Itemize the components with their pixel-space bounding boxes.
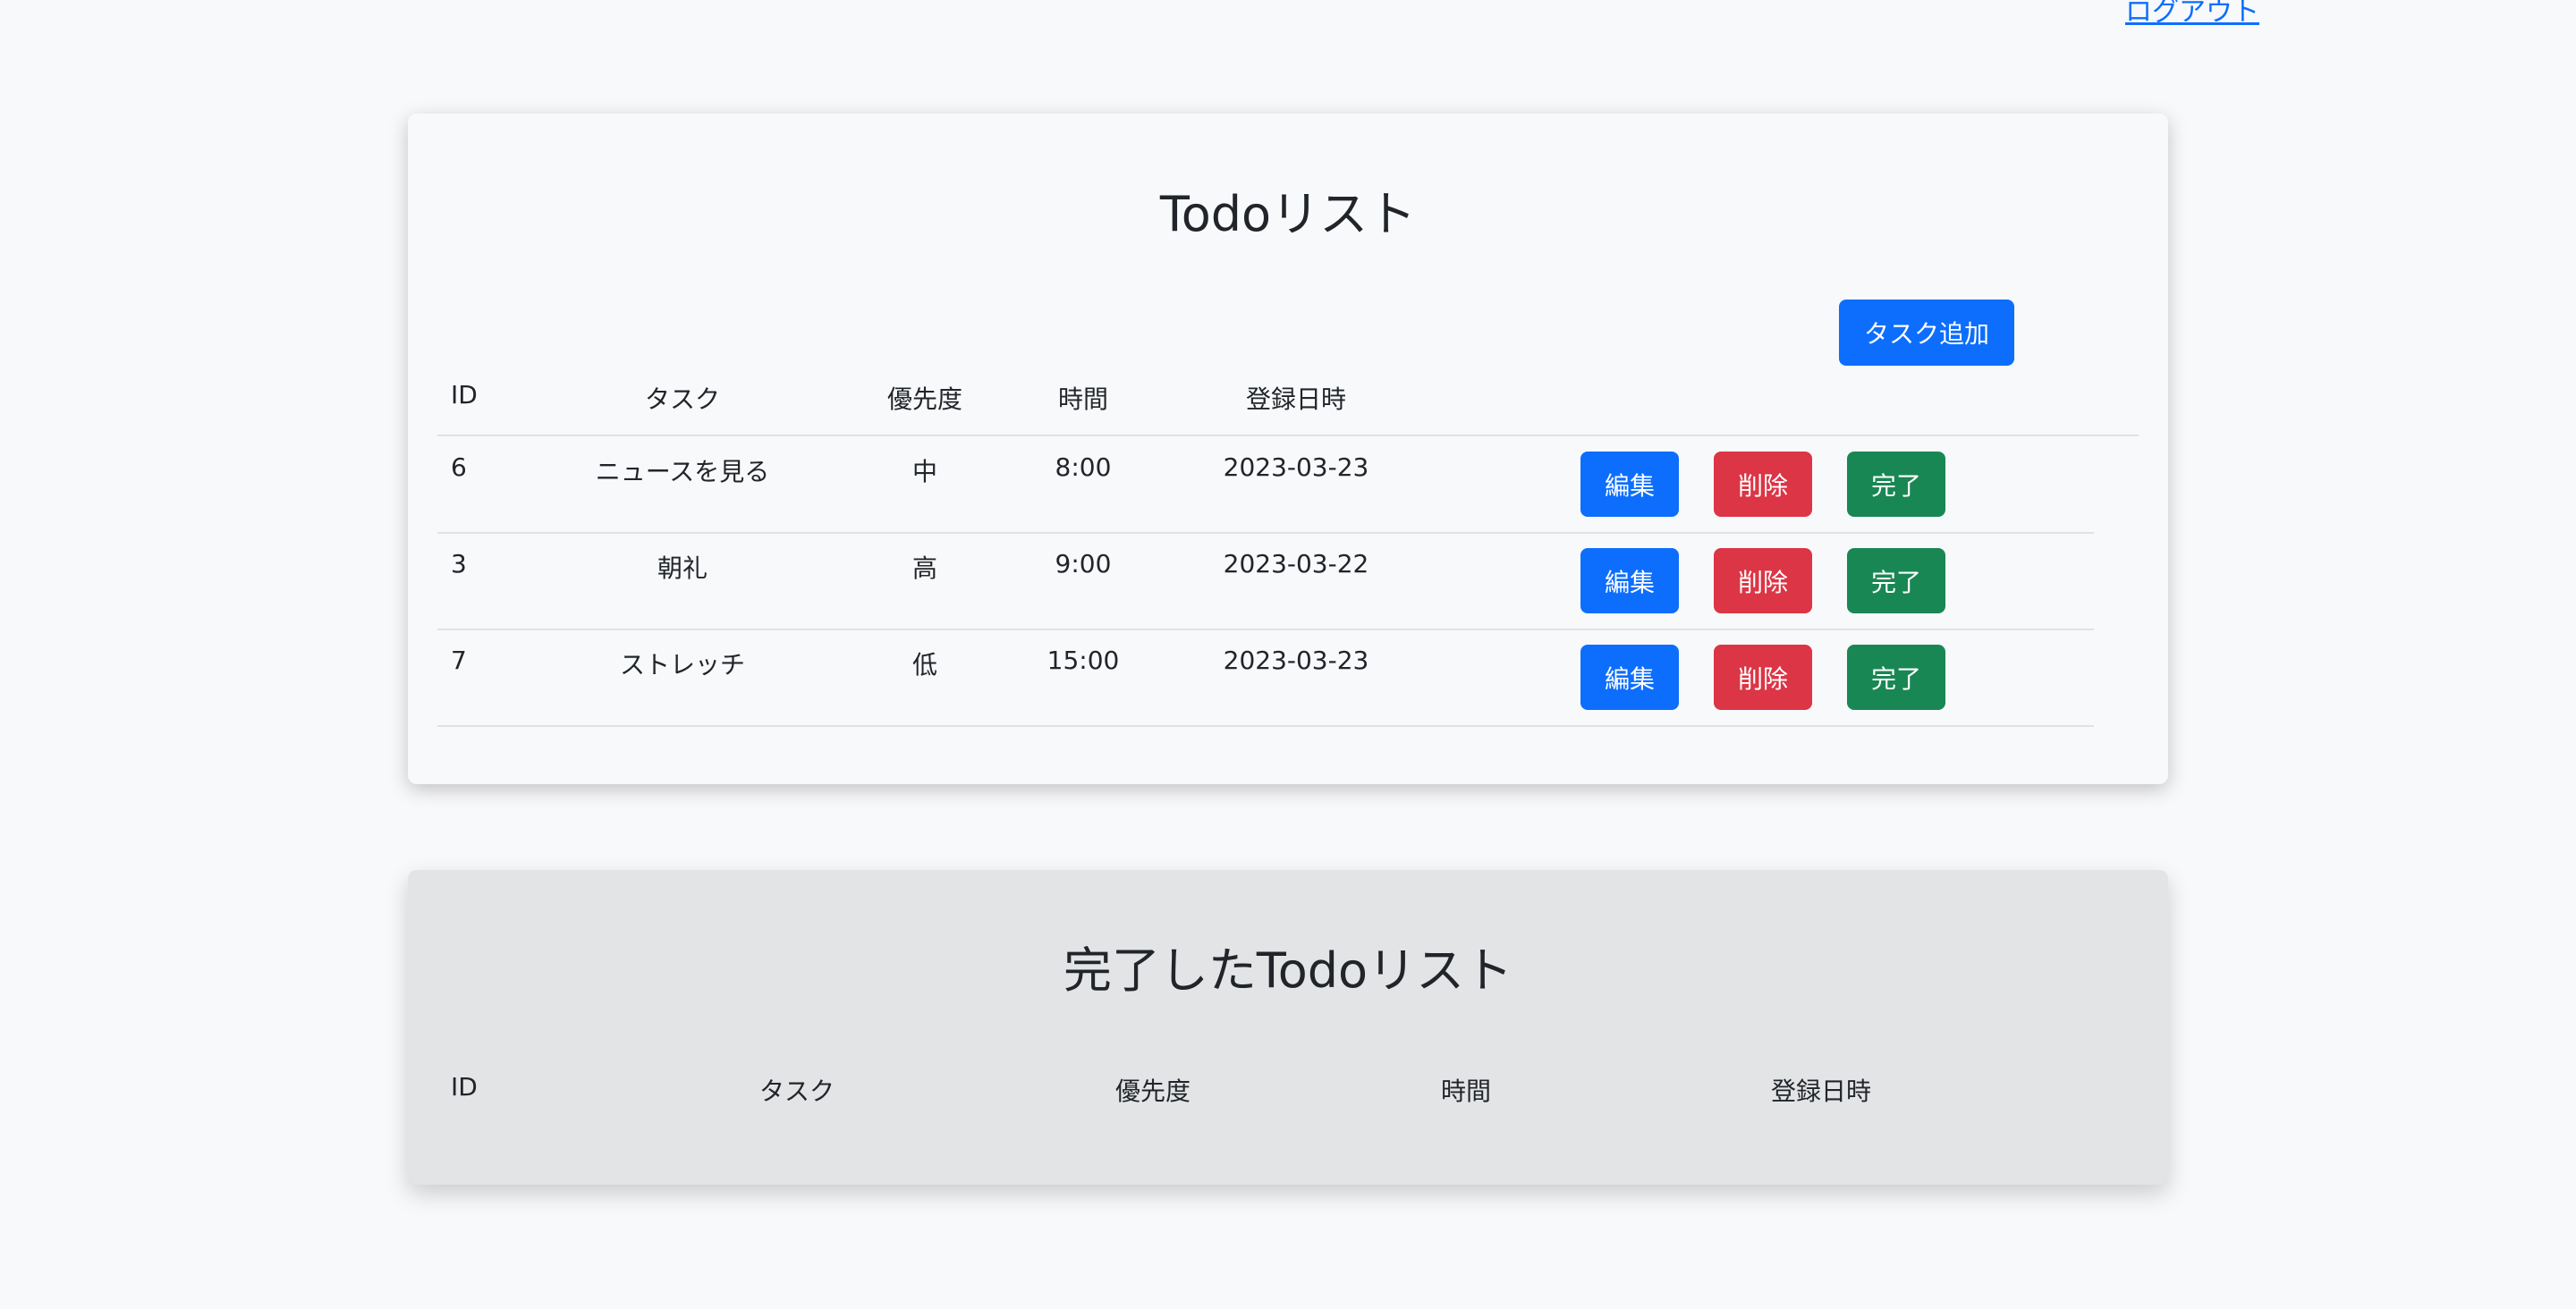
completed-column-header-id: ID — [451, 1072, 478, 1102]
column-header-date: 登録日時 — [1245, 384, 1347, 414]
completed-list-title: 完了したTodoリスト — [1063, 942, 1513, 999]
row-id: 7 — [451, 646, 467, 675]
row-task: 朝礼 — [657, 553, 708, 583]
column-header-task: タスク — [644, 384, 721, 414]
row-divider — [437, 629, 2094, 630]
edit-button[interactable]: 編集 — [1580, 452, 1679, 517]
row-id: 6 — [451, 452, 467, 482]
complete-button[interactable]: 完了 — [1847, 452, 1945, 517]
row-priority: 低 — [911, 650, 938, 680]
row-date: 2023-03-23 — [1223, 452, 1369, 482]
row-time: 15:00 — [1046, 646, 1120, 675]
row-date: 2023-03-23 — [1223, 646, 1369, 675]
completed-column-header-task: タスク — [758, 1077, 835, 1106]
todo-list-card: Todoリスト タスク追加 ID タスク 優先度 時間 登録日時 6 ニュースを… — [408, 114, 2168, 784]
row-priority: 中 — [911, 457, 938, 486]
completed-column-header-time: 時間 — [1440, 1077, 1492, 1106]
completed-list-card: 完了したTodoリスト ID タスク 優先度 時間 登録日時 — [408, 870, 2168, 1185]
row-task: ストレッチ — [619, 650, 746, 680]
logout-link[interactable]: ログアウト — [2125, 0, 2259, 29]
column-header-id: ID — [451, 380, 478, 410]
completed-column-header-priority: 優先度 — [1114, 1077, 1191, 1106]
completed-column-header-date: 登録日時 — [1770, 1077, 1872, 1106]
row-time: 8:00 — [1055, 452, 1112, 482]
row-divider — [437, 532, 2094, 534]
column-header-time: 時間 — [1057, 384, 1109, 414]
row-date: 2023-03-22 — [1223, 549, 1369, 578]
header-divider — [437, 435, 2139, 436]
todo-list-title: Todoリスト — [1159, 186, 1417, 242]
column-header-priority: 優先度 — [886, 384, 963, 414]
delete-button[interactable]: 削除 — [1714, 452, 1812, 517]
row-task: ニュースを見る — [595, 457, 770, 486]
complete-button[interactable]: 完了 — [1847, 645, 1945, 710]
delete-button[interactable]: 削除 — [1714, 548, 1812, 613]
row-priority: 高 — [911, 553, 938, 583]
delete-button[interactable]: 削除 — [1714, 645, 1812, 710]
row-id: 3 — [451, 549, 467, 578]
row-divider — [437, 725, 2094, 727]
edit-button[interactable]: 編集 — [1580, 548, 1679, 613]
edit-button[interactable]: 編集 — [1580, 645, 1679, 710]
complete-button[interactable]: 完了 — [1847, 548, 1945, 613]
add-task-button[interactable]: タスク追加 — [1839, 300, 2014, 366]
row-time: 9:00 — [1055, 549, 1112, 578]
